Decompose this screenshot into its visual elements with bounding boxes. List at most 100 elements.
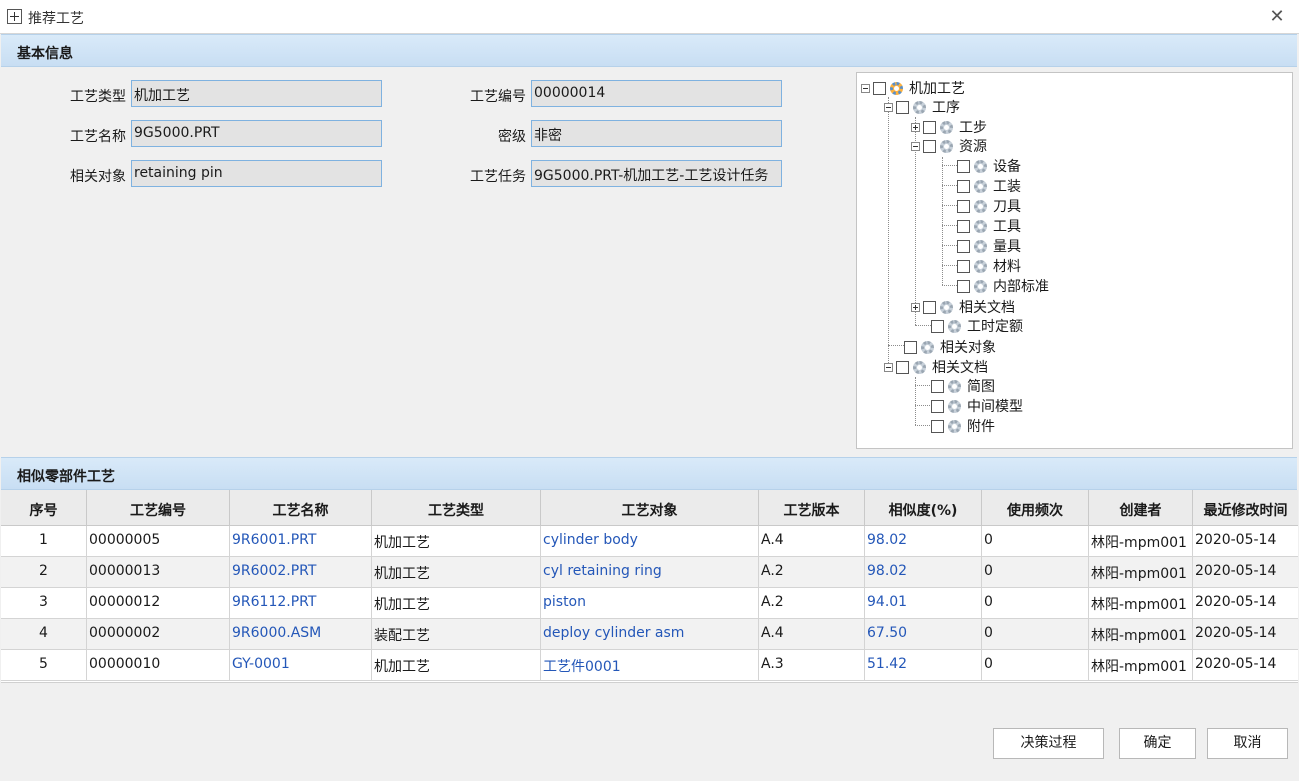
basic-info-header: 基本信息: [1, 34, 1297, 67]
tree-checkbox[interactable]: [957, 159, 970, 173]
row-index: 1: [1, 526, 87, 556]
column-header[interactable]: 序号: [1, 490, 87, 525]
process-object-link[interactable]: deploy cylinder asm: [541, 619, 759, 649]
collapse-icon[interactable]: [861, 83, 870, 93]
tree-node-neibu[interactable]: 内部标准: [957, 276, 1049, 296]
tree-node-label: 工序: [932, 100, 960, 116]
tree-node-gsde[interactable]: 工时定额: [931, 316, 1023, 336]
tree-node-xgwd1[interactable]: 相关文档: [911, 297, 1015, 317]
tree-node-zjmx[interactable]: 中间模型: [931, 396, 1023, 416]
tree-node-label: 相关对象: [940, 340, 996, 356]
tree-checkbox[interactable]: [957, 279, 970, 293]
tree-node-gongzhuang[interactable]: 工装: [957, 176, 1021, 196]
creator: 林阳-mpm001: [1089, 557, 1193, 587]
tree-checkbox[interactable]: [931, 419, 944, 433]
object-field[interactable]: retaining pin: [131, 160, 382, 187]
similarity-link[interactable]: 51.42: [865, 650, 982, 680]
column-header[interactable]: 最近修改时间: [1193, 490, 1298, 525]
column-header[interactable]: 工艺名称: [230, 490, 372, 525]
column-header[interactable]: 工艺类型: [372, 490, 541, 525]
process-name-link[interactable]: 9R6001.PRT: [230, 526, 372, 556]
tree-checkbox[interactable]: [931, 319, 944, 333]
similarity-link[interactable]: 98.02: [865, 557, 982, 587]
similar-table[interactable]: 序号 工艺编号 工艺名称 工艺类型 工艺对象 工艺版本 相似度(%) 使用频次 …: [1, 490, 1298, 683]
similarity-link[interactable]: 94.01: [865, 588, 982, 618]
process-object-link[interactable]: 工艺件0001: [541, 650, 759, 680]
close-icon[interactable]: ✕: [1266, 6, 1288, 28]
tree-checkbox[interactable]: [873, 81, 886, 95]
tree-node-label: 工装: [993, 179, 1021, 195]
cancel-button[interactable]: 取消: [1207, 728, 1288, 759]
tree-node-gongju[interactable]: 工具: [957, 216, 1021, 236]
tree-checkbox[interactable]: [931, 399, 944, 413]
expand-icon[interactable]: [911, 302, 920, 312]
similarity-link[interactable]: 98.02: [865, 526, 982, 556]
row-index: 5: [1, 650, 87, 680]
name-field[interactable]: 9G5000.PRT: [131, 120, 382, 147]
tree-checkbox[interactable]: [896, 100, 909, 114]
process-object-link[interactable]: cylinder body: [541, 526, 759, 556]
tree-checkbox[interactable]: [957, 219, 970, 233]
tree-node-xgwd2[interactable]: 相关文档: [884, 357, 988, 377]
code-field[interactable]: 00000014: [531, 80, 782, 107]
decision-process-button[interactable]: 决策过程: [993, 728, 1104, 759]
table-row[interactable]: 5 00000010 GY-0001 机加工艺 工艺件0001 A.3 51.4…: [1, 650, 1298, 681]
type-field[interactable]: 机加工艺: [131, 80, 382, 107]
collapse-icon[interactable]: [884, 102, 893, 112]
process-name-link[interactable]: 9R6000.ASM: [230, 619, 372, 649]
tree-checkbox[interactable]: [957, 199, 970, 213]
expand-icon[interactable]: [911, 122, 920, 132]
table-row[interactable]: 1 00000005 9R6001.PRT 机加工艺 cylinder body…: [1, 526, 1298, 557]
collapse-icon[interactable]: [911, 141, 920, 151]
tree-node-ziyuan[interactable]: 资源: [911, 136, 987, 156]
column-header[interactable]: 工艺编号: [87, 490, 230, 525]
tree-checkbox[interactable]: [957, 259, 970, 273]
column-header[interactable]: 使用频次: [982, 490, 1089, 525]
tree-checkbox[interactable]: [957, 179, 970, 193]
gear-icon: [940, 300, 953, 314]
gear-icon: [974, 219, 987, 233]
tree-node-gongbu[interactable]: 工步: [911, 117, 987, 137]
process-object-link[interactable]: piston: [541, 588, 759, 618]
column-header[interactable]: 工艺对象: [541, 490, 759, 525]
similarity-link[interactable]: 67.50: [865, 619, 982, 649]
process-object-link[interactable]: cyl retaining ring: [541, 557, 759, 587]
tree-line: [915, 385, 930, 386]
tree-checkbox[interactable]: [923, 120, 936, 134]
process-name-link[interactable]: 9R6112.PRT: [230, 588, 372, 618]
collapse-icon[interactable]: [884, 362, 893, 372]
process-name-link[interactable]: 9R6002.PRT: [230, 557, 372, 587]
tree-node-liangju[interactable]: 量具: [957, 236, 1021, 256]
process-name-link[interactable]: GY-0001: [230, 650, 372, 680]
tree-checkbox[interactable]: [904, 340, 917, 354]
process-version: A.4: [759, 619, 865, 649]
template-tree[interactable]: 机加工艺 工序 工步 资源 设备 工装 刀具 工具 量具 材料 内部标准 相关文…: [856, 72, 1293, 449]
tree-checkbox[interactable]: [923, 139, 936, 153]
gear-icon: [940, 120, 953, 134]
tree-line: [888, 97, 889, 365]
tree-node-cailiao[interactable]: 材料: [957, 256, 1021, 276]
tree-node-root[interactable]: 机加工艺: [861, 78, 965, 98]
tree-checkbox[interactable]: [957, 239, 970, 253]
column-header[interactable]: 创建者: [1089, 490, 1193, 525]
tree-node-daoju[interactable]: 刀具: [957, 196, 1021, 216]
tree-node-xgdx[interactable]: 相关对象: [904, 337, 996, 357]
tree-checkbox[interactable]: [923, 300, 936, 314]
name-label: 工艺名称: [70, 129, 126, 145]
tree-checkbox[interactable]: [931, 379, 944, 393]
tree-node-gongxu[interactable]: 工序: [884, 97, 960, 117]
tree-node-shebei[interactable]: 设备: [957, 156, 1021, 176]
tree-node-jiantu[interactable]: 简图: [931, 376, 995, 396]
gear-icon: [940, 139, 953, 153]
secret-field[interactable]: 非密: [531, 120, 782, 147]
ok-button[interactable]: 确定: [1119, 728, 1196, 759]
task-field[interactable]: 9G5000.PRT-机加工艺-工艺设计任务: [531, 160, 782, 187]
table-row[interactable]: 3 00000012 9R6112.PRT 机加工艺 piston A.2 94…: [1, 588, 1298, 619]
tree-node-fujian[interactable]: 附件: [931, 416, 995, 436]
table-row[interactable]: 4 00000002 9R6000.ASM 装配工艺 deploy cylind…: [1, 619, 1298, 650]
tree-checkbox[interactable]: [896, 360, 909, 374]
column-header[interactable]: 工艺版本: [759, 490, 865, 525]
process-code: 00000005: [87, 526, 230, 556]
table-row[interactable]: 2 00000013 9R6002.PRT 机加工艺 cyl retaining…: [1, 557, 1298, 588]
column-header[interactable]: 相似度(%): [865, 490, 982, 525]
